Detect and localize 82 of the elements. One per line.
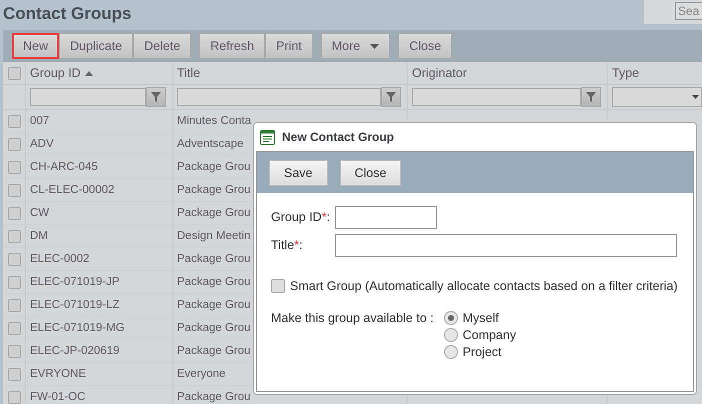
funnel-icon	[386, 92, 396, 102]
row-checkbox[interactable]	[8, 252, 20, 266]
column-header[interactable]: Title	[177, 66, 200, 80]
table-cell: EVRYONE	[30, 368, 86, 380]
checkbox-label: Smart Group (Automatically allocate contacts based on a filter criteria)	[290, 279, 678, 293]
table-cell: CL-ELEC-00002	[30, 184, 114, 196]
table-cell: Package Grou	[177, 161, 251, 173]
input-field[interactable]	[335, 206, 437, 228]
field-label: Title*:	[271, 238, 304, 252]
radio-label: Company	[462, 328, 516, 342]
table-cell: Package Grou	[177, 253, 251, 265]
funnel-icon	[151, 92, 161, 102]
table-cell: ELEC-071019-JP	[30, 276, 120, 288]
radio-label: Project	[462, 345, 502, 359]
dialog-title: New Contact Group	[282, 130, 394, 144]
filter-field[interactable]	[30, 88, 146, 106]
table-cell: ELEC-JP-020619	[30, 345, 120, 357]
radio-button[interactable]	[444, 328, 458, 342]
column-header[interactable]: Group ID	[30, 66, 81, 80]
row-checkbox[interactable]	[8, 390, 20, 404]
toolbar-button[interactable]: Duplicate	[59, 33, 134, 59]
table-cell: ELEC-071019-LZ	[30, 299, 120, 311]
dialog-button[interactable]: Close	[340, 160, 402, 186]
row-checkbox[interactable]	[8, 276, 20, 288]
input-field[interactable]	[335, 234, 677, 256]
table-cell: Package Grou	[177, 345, 251, 357]
row-checkbox[interactable]	[8, 206, 20, 220]
filter-field[interactable]	[412, 88, 581, 106]
table-cell: ELEC-0002	[30, 253, 90, 265]
toolbar-button[interactable]: Delete	[133, 33, 192, 59]
table-cell: Package Grou	[177, 184, 251, 196]
funnel-icon	[586, 92, 596, 102]
caret-icon	[370, 44, 380, 48]
row-checkbox[interactable]	[8, 368, 20, 380]
toolbar-button[interactable]: More	[320, 33, 390, 59]
table-cell: Package Grou	[177, 207, 251, 219]
table-cell: DM	[30, 230, 48, 242]
toolbar-button[interactable]: Print	[265, 33, 313, 59]
table-cell: Package Grou	[177, 322, 251, 334]
page-title: Contact Groups	[2, 3, 132, 24]
field-label: Make this group available to :	[271, 311, 434, 327]
radio-label: Myself	[462, 311, 499, 325]
toolbar-button[interactable]: New	[12, 33, 60, 59]
window-icon	[260, 130, 275, 144]
filter-field[interactable]	[177, 88, 381, 106]
table-cell: Everyone	[177, 368, 226, 380]
caret-icon	[692, 95, 699, 99]
table-cell: ADV	[30, 138, 54, 150]
table-cell: Adventscape	[177, 138, 244, 150]
table-cell: Design Meetin	[177, 230, 251, 242]
table-cell: 007	[30, 115, 50, 127]
filter-button[interactable]	[581, 86, 601, 106]
row-checkbox[interactable]	[8, 184, 20, 196]
row-checkbox[interactable]	[8, 230, 20, 242]
field-label: Group ID*:	[271, 210, 332, 224]
checkbox[interactable]	[271, 279, 285, 293]
table-cell: CW	[30, 207, 50, 219]
table-cell: ELEC-071019-MG	[30, 322, 125, 334]
row-checkbox[interactable]	[8, 114, 20, 128]
toolbar-button[interactable]: Close	[398, 33, 452, 59]
row-checkbox[interactable]	[8, 322, 20, 334]
radio-button[interactable]	[444, 345, 458, 359]
toolbar-button[interactable]: Refresh	[199, 33, 266, 59]
row-checkbox[interactable]	[8, 160, 20, 174]
filter-dropdown[interactable]	[612, 87, 702, 107]
table-cell: Minutes Conta	[177, 115, 252, 127]
table-cell: Package Grou	[177, 391, 251, 403]
table-cell: CH-ARC-045	[30, 161, 98, 173]
table-cell: FW-01-OC	[30, 391, 86, 403]
filter-button[interactable]	[381, 86, 401, 106]
row-checkbox[interactable]	[8, 344, 20, 358]
table-cell: Package Grou	[177, 276, 251, 288]
dialog-button[interactable]: Save	[269, 160, 328, 186]
column-header[interactable]: Type	[612, 66, 640, 80]
row-checkbox[interactable]	[8, 138, 20, 150]
row-checkbox[interactable]	[8, 298, 20, 312]
table-cell: Package Grou	[177, 299, 251, 311]
search-field[interactable]: Sea	[675, 2, 702, 20]
filter-button[interactable]	[146, 86, 166, 106]
select-all-checkbox[interactable]	[8, 66, 20, 80]
column-header[interactable]: Originator	[412, 66, 467, 80]
radio-button[interactable]	[444, 311, 458, 325]
